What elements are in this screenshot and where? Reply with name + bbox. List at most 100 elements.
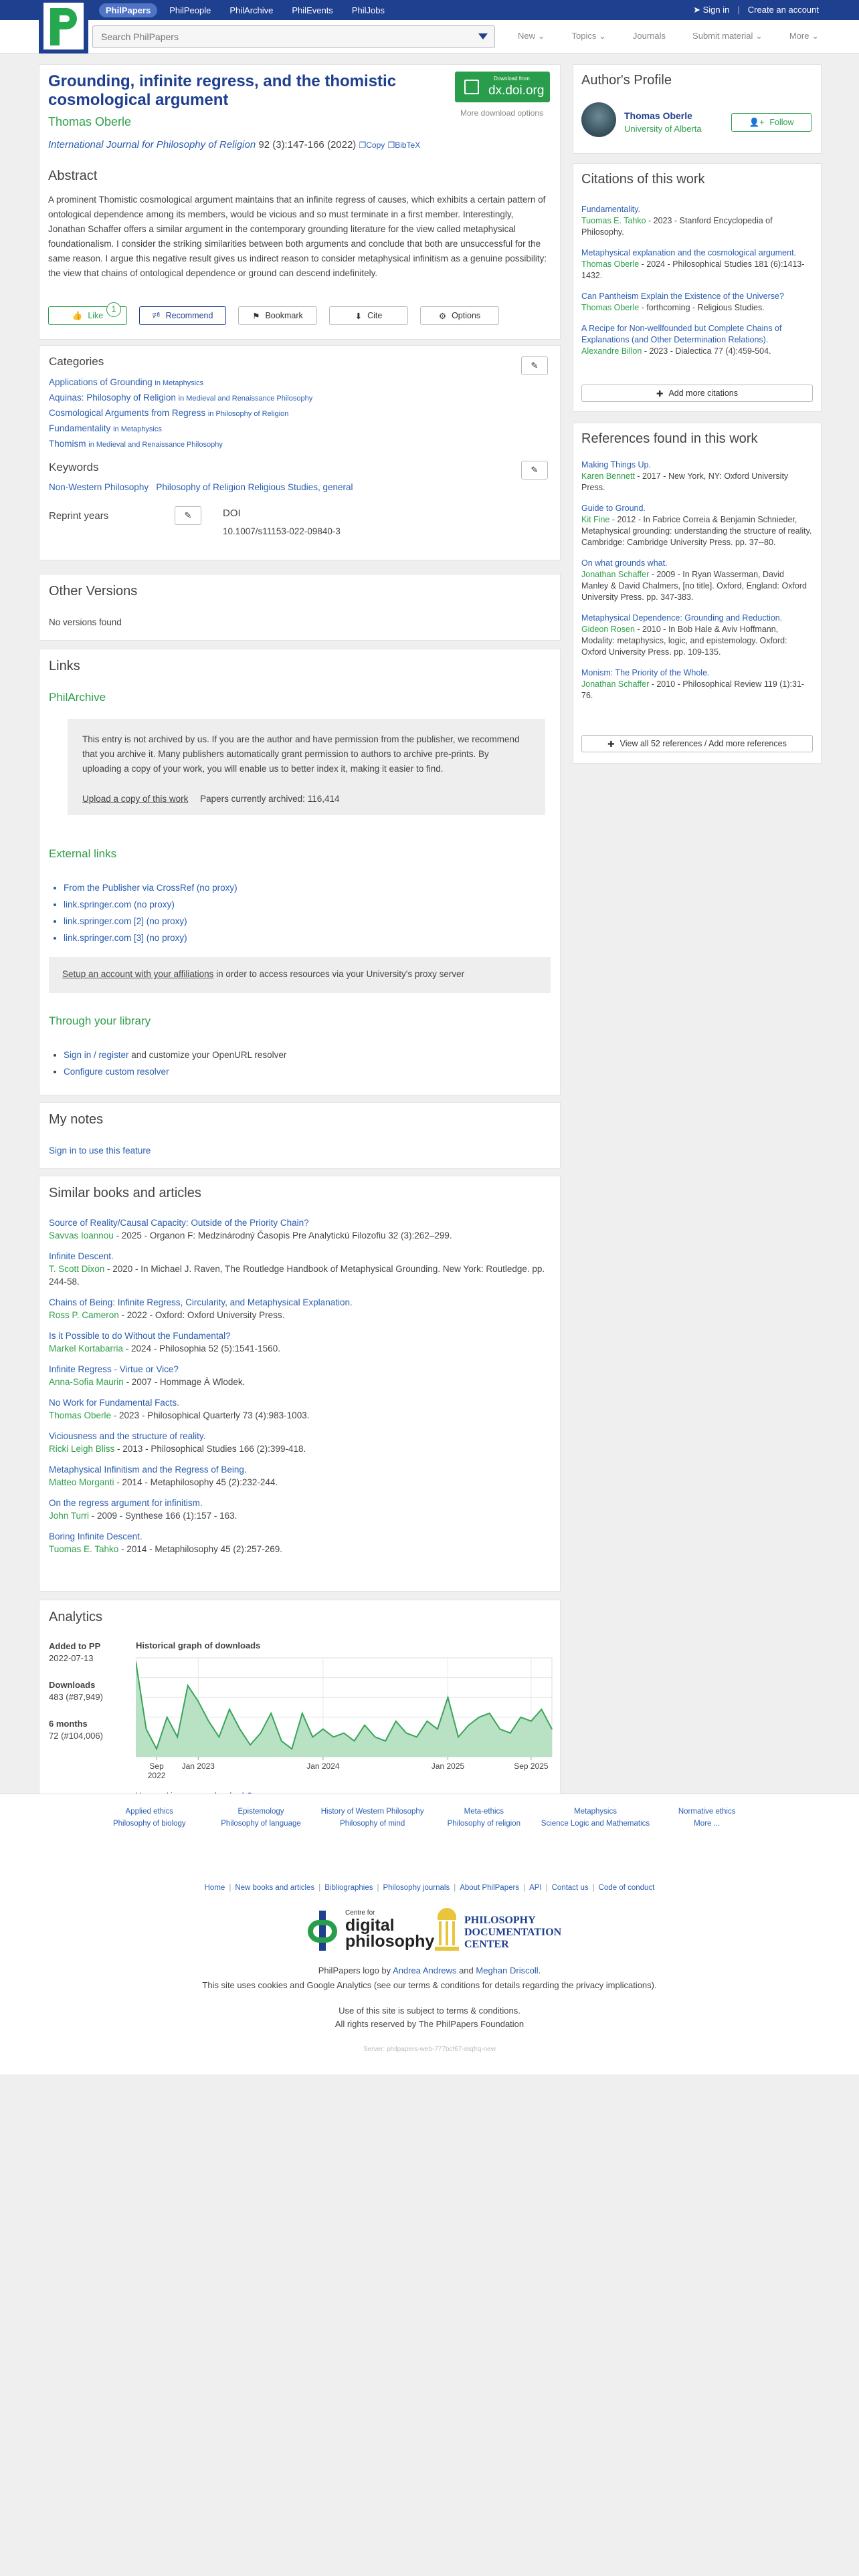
- category-item[interactable]: Thomism in Medieval and Renaissance Phil…: [49, 437, 312, 452]
- reference-author-link[interactable]: Jonathan Schaffer: [581, 570, 649, 579]
- reference-title-link[interactable]: Fundamentality.: [581, 204, 812, 215]
- reference-title-link[interactable]: Infinite Regress - Virtue or Vice?: [49, 1363, 557, 1376]
- upload-link[interactable]: Upload a copy of this work: [82, 794, 188, 804]
- reference-author-link[interactable]: Tuomas E. Tahko: [581, 216, 646, 225]
- footer-category-link[interactable]: Applied ethics: [94, 1808, 205, 1816]
- copy-button[interactable]: ❐Copy: [359, 140, 385, 150]
- nav-philpeople[interactable]: PhilPeople: [163, 3, 217, 17]
- reference-title-link[interactable]: Guide to Ground.: [581, 503, 812, 514]
- reference-author-link[interactable]: Gideon Rosen: [581, 625, 635, 634]
- reference-author-link[interactable]: Ross P. Cameron: [49, 1310, 119, 1320]
- reference-title-link[interactable]: Is it Possible to do Without the Fundame…: [49, 1329, 557, 1342]
- recommend-button[interactable]: 🕫 Recommend: [139, 306, 226, 325]
- reference-title-link[interactable]: On what grounds what.: [581, 558, 812, 569]
- reference-author-link[interactable]: Tuomas E. Tahko: [49, 1544, 118, 1554]
- category-item[interactable]: Fundamentality in Metaphysics: [49, 421, 312, 437]
- nav-submit[interactable]: Submit material ⌄: [692, 31, 763, 41]
- reference-title-link[interactable]: No Work for Fundamental Facts.: [49, 1396, 557, 1409]
- credit-link-2[interactable]: Meghan Driscoll: [476, 1965, 538, 1975]
- footer-link[interactable]: Philosophy journals: [383, 1884, 450, 1892]
- digital-philosophy-logo[interactable]: Centre for digital philosophy: [306, 1907, 434, 1953]
- footer-category-link[interactable]: Philosophy of mind: [316, 1820, 428, 1828]
- notes-signin-link[interactable]: Sign in to use this feature: [49, 1146, 151, 1156]
- custom-resolver-link[interactable]: Configure custom resolver: [64, 1067, 169, 1077]
- bookmark-button[interactable]: ⚑ Bookmark: [238, 306, 317, 325]
- journal-link[interactable]: International Journal for Philosophy of …: [48, 139, 256, 150]
- nav-philpapers[interactable]: PhilPapers: [99, 3, 158, 17]
- profile-name[interactable]: Thomas Oberle: [624, 110, 692, 121]
- reference-author-link[interactable]: Savvas Ioannou: [49, 1230, 114, 1241]
- external-link[interactable]: link.springer.com (no proxy): [64, 896, 237, 913]
- nav-new[interactable]: New ⌄: [518, 31, 545, 41]
- like-button[interactable]: 👍 Like 1: [48, 302, 127, 325]
- reference-author-link[interactable]: Anna-Sofia Maurin: [49, 1377, 124, 1387]
- nav-philjobs[interactable]: PhilJobs: [345, 3, 391, 17]
- reference-title-link[interactable]: Infinite Descent.: [49, 1250, 557, 1263]
- footer-category-link[interactable]: Philosophy of religion: [428, 1820, 540, 1828]
- reference-title-link[interactable]: Viciousness and the structure of reality…: [49, 1430, 557, 1442]
- reference-author-link[interactable]: John Turri: [49, 1511, 89, 1521]
- profile-affiliation[interactable]: University of Alberta: [624, 124, 702, 134]
- search-dropdown-icon[interactable]: [478, 33, 488, 39]
- reference-title-link[interactable]: Source of Reality/Causal Capacity: Outsi…: [49, 1216, 557, 1229]
- nav-journals[interactable]: Journals: [633, 31, 666, 41]
- download-button[interactable]: Download from dx.doi.org: [455, 72, 550, 102]
- reference-title-link[interactable]: Boring Infinite Descent.: [49, 1530, 557, 1543]
- footer-link[interactable]: New books and articles: [235, 1884, 314, 1892]
- reference-author-link[interactable]: Thomas Oberle: [581, 259, 639, 269]
- author-link[interactable]: Thomas Oberle: [48, 115, 131, 129]
- footer-link[interactable]: Contact us: [552, 1884, 589, 1892]
- reference-title-link[interactable]: Can Pantheism Explain the Existence of t…: [581, 291, 812, 302]
- terms-notice[interactable]: Use of this site is subject to terms & c…: [0, 2006, 859, 2016]
- more-download-options[interactable]: More download options: [460, 108, 543, 118]
- footer-link[interactable]: Code of conduct: [599, 1884, 655, 1892]
- reference-title-link[interactable]: Monism: The Priority of the Whole.: [581, 667, 812, 679]
- philpapers-logo[interactable]: [39, 0, 88, 53]
- add-citations-button[interactable]: ✚ Add more citations: [581, 385, 813, 402]
- footer-category-link[interactable]: Normative ethics: [651, 1808, 763, 1816]
- credit-link-1[interactable]: Andrea Andrews: [393, 1965, 456, 1975]
- reference-title-link[interactable]: Metaphysical Dependence: Grounding and R…: [581, 613, 812, 624]
- edit-keywords-button[interactable]: ✎: [521, 461, 548, 479]
- cite-button[interactable]: ⬇ Cite: [329, 306, 408, 325]
- footer-link[interactable]: About PhilPapers: [460, 1884, 519, 1892]
- reference-title-link[interactable]: A Recipe for Non-wellfounded but Complet…: [581, 323, 812, 346]
- nav-philevents[interactable]: PhilEvents: [285, 3, 339, 17]
- reference-title-link[interactable]: Chains of Being: Infinite Regress, Circu…: [49, 1296, 557, 1309]
- reference-title-link[interactable]: Making Things Up.: [581, 459, 812, 471]
- reference-author-link[interactable]: Markel Kortabarria: [49, 1344, 123, 1354]
- nav-philarchive[interactable]: PhilArchive: [223, 3, 280, 17]
- external-link[interactable]: From the Publisher via CrossRef (no prox…: [64, 879, 237, 896]
- reference-author-link[interactable]: T. Scott Dixon: [49, 1264, 104, 1274]
- view-all-references-button[interactable]: ✚ View all 52 references / Add more refer…: [581, 735, 813, 752]
- category-item[interactable]: Applications of Grounding in Metaphysics: [49, 375, 312, 391]
- category-item[interactable]: Cosmological Arguments from Regress in P…: [49, 406, 312, 421]
- reference-author-link[interactable]: Kit Fine: [581, 515, 609, 524]
- edit-categories-button[interactable]: ✎: [521, 356, 548, 375]
- footer-link[interactable]: Home: [205, 1884, 225, 1892]
- avatar[interactable]: [581, 102, 616, 137]
- options-button[interactable]: ⚙ Options: [420, 306, 499, 325]
- library-signin-link[interactable]: Sign in / register: [64, 1050, 129, 1060]
- reference-title-link[interactable]: Metaphysical explanation and the cosmolo…: [581, 247, 812, 259]
- footer-category-link[interactable]: More ...: [651, 1820, 763, 1828]
- keyword-link[interactable]: Non-Western Philosophy: [49, 482, 149, 492]
- external-link[interactable]: link.springer.com [3] (no proxy): [64, 930, 237, 946]
- footer-category-link[interactable]: History of Western Philosophy: [316, 1808, 428, 1816]
- footer-category-link[interactable]: Epistemology: [205, 1808, 317, 1816]
- signin-link[interactable]: ➤ Sign in: [693, 5, 729, 15]
- proxy-setup-link[interactable]: Setup an account with your affiliations: [62, 969, 213, 979]
- reference-title-link[interactable]: Metaphysical Infinitism and the Regress …: [49, 1463, 557, 1476]
- reference-author-link[interactable]: Karen Bennett: [581, 471, 635, 481]
- footer-link[interactable]: API: [529, 1884, 542, 1892]
- edit-reprint-button[interactable]: ✎: [175, 506, 201, 525]
- pdc-logo[interactable]: PHILOSOPHY DOCUMENTATION CENTER: [434, 1908, 567, 1955]
- reference-author-link[interactable]: Alexandre Billon: [581, 346, 642, 356]
- footer-category-link[interactable]: Philosophy of language: [205, 1820, 317, 1828]
- reference-title-link[interactable]: On the regress argument for infinitism.: [49, 1497, 557, 1509]
- nav-more[interactable]: More ⌄: [789, 31, 819, 41]
- search-input[interactable]: [93, 26, 468, 47]
- reference-author-link[interactable]: Matteo Morganti: [49, 1477, 114, 1487]
- footer-category-link[interactable]: Meta-ethics: [428, 1808, 540, 1816]
- reference-author-link[interactable]: Thomas Oberle: [581, 303, 639, 312]
